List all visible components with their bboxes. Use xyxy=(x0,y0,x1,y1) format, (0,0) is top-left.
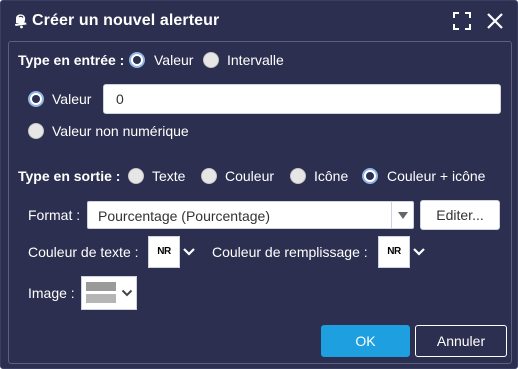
output-type-text-radio[interactable] xyxy=(128,168,144,184)
dialog-title: Créer un nouvel alerteur xyxy=(32,12,220,29)
text-color-dropdown-icon[interactable] xyxy=(182,247,196,257)
image-label: Image : xyxy=(28,285,75,301)
input-type-label: Type en entrée : xyxy=(18,52,125,68)
text-color-swatch[interactable]: NR xyxy=(148,236,180,268)
edit-format-button[interactable]: Editer... xyxy=(420,200,500,230)
value-radio[interactable] xyxy=(28,91,44,107)
close-icon[interactable] xyxy=(485,11,505,31)
input-type-interval-radio[interactable] xyxy=(203,52,219,68)
create-alerter-dialog: Créer un nouvel alerteur Type en entrée … xyxy=(0,0,518,369)
input-type-value-radio[interactable] xyxy=(129,52,145,68)
output-type-color-icon-label: Couleur + icône xyxy=(387,168,486,184)
chevron-down-icon xyxy=(121,289,133,297)
output-type-label: Type en sortie : xyxy=(18,168,121,184)
image-picker[interactable] xyxy=(81,276,137,310)
fill-color-dropdown-icon[interactable] xyxy=(412,247,426,257)
image-placeholder-icon xyxy=(86,282,116,303)
cancel-button[interactable]: Annuler xyxy=(415,325,507,357)
format-label: Format : xyxy=(28,207,81,223)
title-bar: Créer un nouvel alerteur xyxy=(1,1,518,41)
format-select[interactable]: Pourcentage (Pourcentage) xyxy=(87,201,414,229)
chevron-down-icon xyxy=(398,212,408,219)
ok-button[interactable]: OK xyxy=(321,325,410,357)
value-radio-label: Valeur xyxy=(52,91,92,107)
value-input[interactable] xyxy=(103,84,501,114)
output-type-color-icon-radio[interactable] xyxy=(362,168,378,184)
format-select-value: Pourcentage (Pourcentage) xyxy=(98,208,270,224)
text-color-label: Couleur de texte : xyxy=(28,244,139,260)
fill-color-swatch[interactable]: NR xyxy=(378,236,410,268)
output-type-color-label: Couleur xyxy=(225,168,275,184)
output-type-text-label: Texte xyxy=(152,168,186,184)
format-select-arrow xyxy=(391,202,413,228)
output-type-icon-radio[interactable] xyxy=(290,168,306,184)
alert-bell-icon xyxy=(15,14,27,29)
output-type-icon-label: Icône xyxy=(314,168,349,184)
input-type-value-label: Valeur xyxy=(154,52,194,68)
maximize-icon[interactable] xyxy=(453,12,471,30)
output-type-color-radio[interactable] xyxy=(201,168,217,184)
fill-color-label: Couleur de remplissage : xyxy=(212,244,368,260)
input-type-interval-label: Intervalle xyxy=(227,52,284,68)
non-numeric-value-label: Valeur non numérique xyxy=(52,123,189,139)
non-numeric-value-radio[interactable] xyxy=(28,123,44,139)
